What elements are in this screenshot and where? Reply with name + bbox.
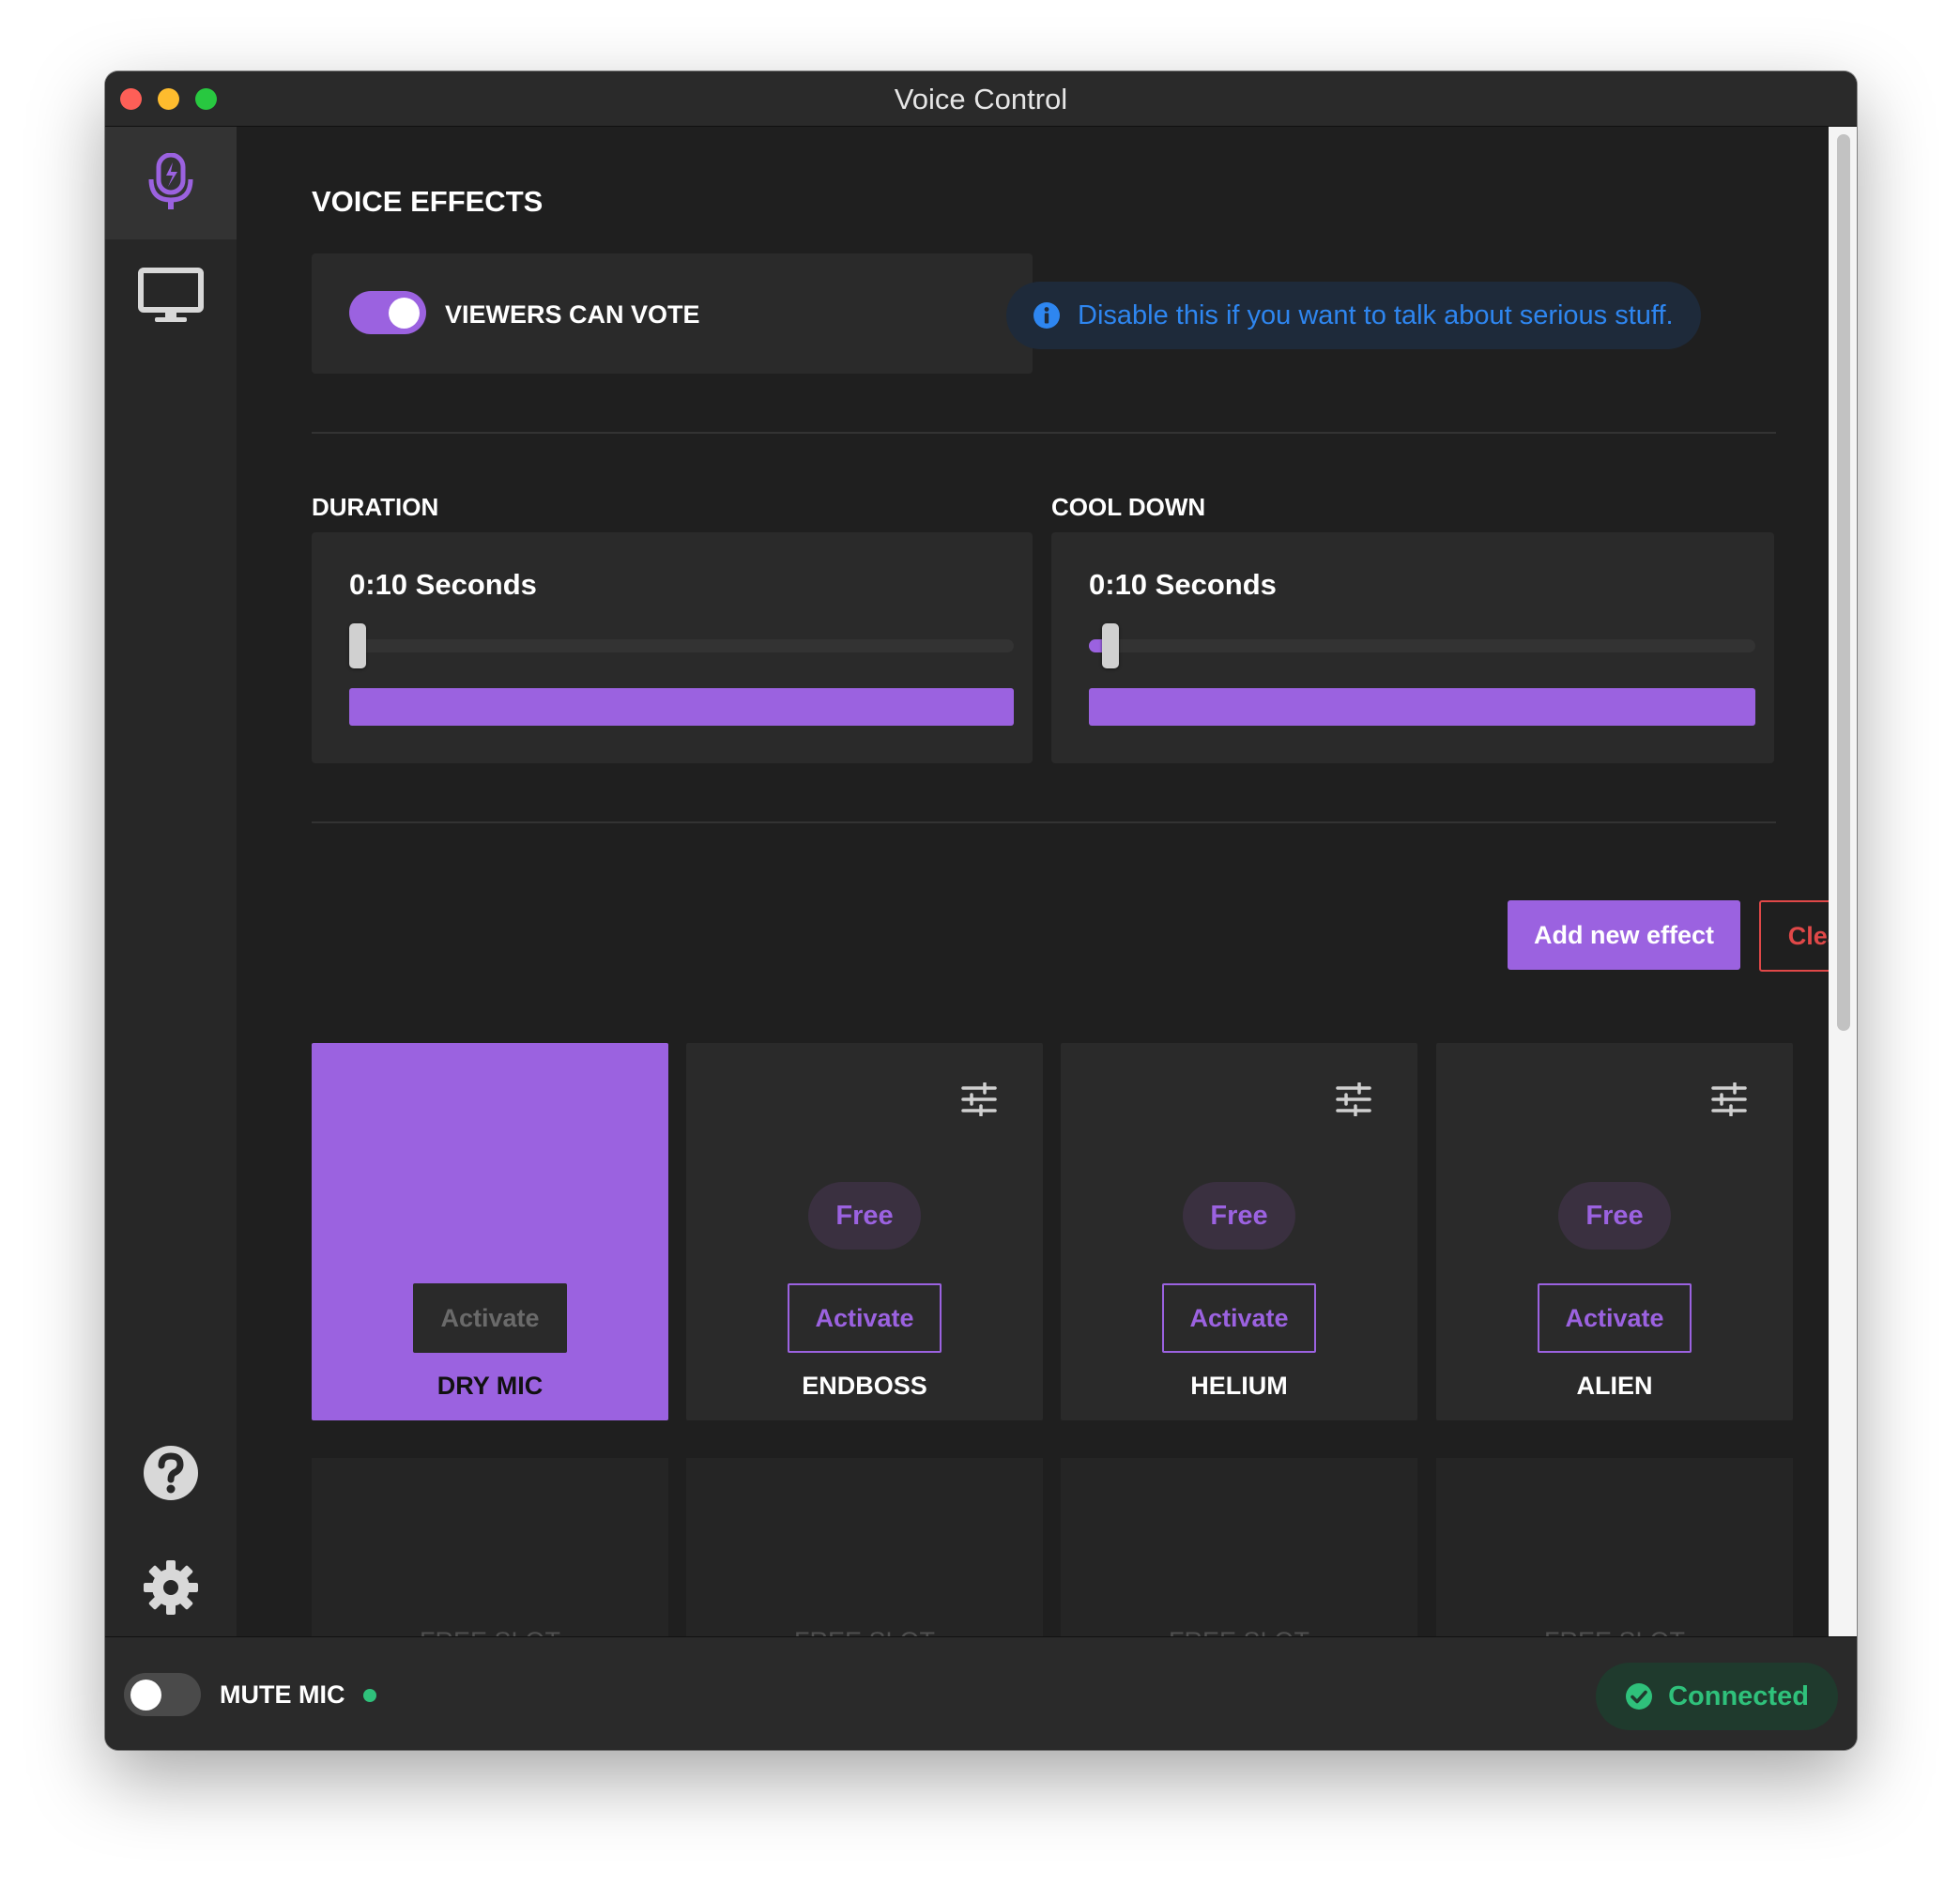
cooldown-label: COOL DOWN: [1051, 493, 1206, 521]
mute-mic-toggle[interactable]: [124, 1673, 201, 1716]
effect-card-dry-mic[interactable]: Activate DRY MIC: [312, 1043, 668, 1420]
connection-status: Connected: [1596, 1663, 1838, 1730]
effect-name: DRY MIC: [436, 1372, 544, 1400]
sidebar-item-voice-effects[interactable]: [105, 127, 237, 239]
toggle-knob: [389, 298, 420, 329]
page-title: VOICE EFFECTS: [312, 185, 544, 218]
divider: [312, 821, 1776, 823]
sliders-icon[interactable]: [1335, 1082, 1372, 1116]
gear-icon: [144, 1560, 198, 1615]
viewers-vote-panel: VIEWERS CAN VOTE: [312, 253, 1033, 374]
effect-card-helium: Free Activate HELIUM: [1061, 1043, 1417, 1420]
duration-panel: 0:10 Seconds: [312, 532, 1033, 763]
activate-button[interactable]: Activate: [1162, 1283, 1316, 1353]
duration-label: DURATION: [312, 493, 439, 521]
free-slot[interactable]: FREE SLOT: [1061, 1458, 1417, 1636]
microphone-icon: [148, 153, 193, 209]
free-slot[interactable]: FREE SLOT: [686, 1458, 1043, 1636]
duration-slider-track[interactable]: [349, 639, 1014, 652]
free-slot-label: FREE SLOT: [1436, 1627, 1793, 1636]
duration-slider-thumb[interactable]: [349, 623, 366, 668]
free-slot-label: FREE SLOT: [686, 1627, 1043, 1636]
scrollbar-thumb[interactable]: [1837, 134, 1850, 1031]
sliders-icon[interactable]: [960, 1082, 998, 1116]
add-new-effect-button[interactable]: Add new effect: [1508, 900, 1740, 970]
effect-name: ALIEN: [1576, 1372, 1653, 1400]
title-bar: Voice Control: [105, 71, 1857, 127]
sidebar: [105, 127, 237, 1636]
cooldown-slider-track[interactable]: [1089, 639, 1755, 652]
effect-card-alien: Free Activate ALIEN: [1436, 1043, 1793, 1420]
cooldown-slider-thumb[interactable]: [1102, 623, 1119, 668]
free-slot[interactable]: FREE SLOT: [312, 1458, 668, 1636]
duration-value: 0:10 Seconds: [349, 568, 537, 601]
info-text: Disable this if you want to talk about s…: [1078, 299, 1674, 330]
cooldown-panel: 0:10 Seconds: [1051, 532, 1774, 763]
cooldown-value: 0:10 Seconds: [1089, 568, 1277, 601]
info-banner: Disable this if you want to talk about s…: [1006, 282, 1701, 349]
mute-mic-label: MUTE MIC: [220, 1680, 345, 1709]
cooldown-slider-fill: [1089, 639, 1102, 652]
settings-button[interactable]: [105, 1541, 237, 1634]
cooldown-progress-bar: [1089, 688, 1755, 726]
info-icon: [1034, 302, 1060, 329]
free-slot[interactable]: FREE SLOT: [1436, 1458, 1793, 1636]
free-badge: Free: [1183, 1182, 1295, 1250]
monitor-icon: [138, 268, 204, 322]
check-circle-icon: [1626, 1683, 1653, 1710]
sliders-icon[interactable]: [1710, 1082, 1748, 1116]
window-title: Voice Control: [894, 83, 1068, 115]
toggle-knob: [130, 1680, 161, 1711]
effect-name: ENDBOSS: [802, 1372, 927, 1400]
help-button[interactable]: [105, 1426, 237, 1520]
free-badge: Free: [808, 1182, 921, 1250]
sidebar-item-display[interactable]: [105, 239, 237, 352]
free-badge: Free: [1558, 1182, 1671, 1250]
activate-button[interactable]: Activate: [413, 1283, 567, 1353]
free-slot-label: FREE SLOT: [312, 1627, 668, 1636]
effect-card-endboss: Free Activate ENDBOSS: [686, 1043, 1043, 1420]
main-content: VOICE EFFECTS VIEWERS CAN VOTE Disable t…: [237, 127, 1840, 1636]
effect-name: HELIUM: [1190, 1372, 1288, 1400]
footer-bar: MUTE MIC Connected: [105, 1636, 1857, 1750]
divider: [312, 432, 1776, 434]
app-window: Voice Control VOICE EFFECTS VIEWERS CAN …: [105, 71, 1857, 1750]
viewers-can-vote-label: VIEWERS CAN VOTE: [445, 300, 700, 329]
activate-button[interactable]: Activate: [788, 1283, 942, 1353]
scrollbar[interactable]: [1829, 127, 1857, 1636]
viewers-can-vote-toggle[interactable]: [349, 291, 426, 334]
free-slot-label: FREE SLOT: [1061, 1627, 1417, 1636]
activate-button[interactable]: Activate: [1538, 1283, 1692, 1353]
help-icon: [144, 1446, 198, 1500]
mic-status-dot: [363, 1689, 376, 1702]
connection-status-text: Connected: [1668, 1680, 1809, 1711]
duration-progress-bar: [349, 688, 1014, 726]
